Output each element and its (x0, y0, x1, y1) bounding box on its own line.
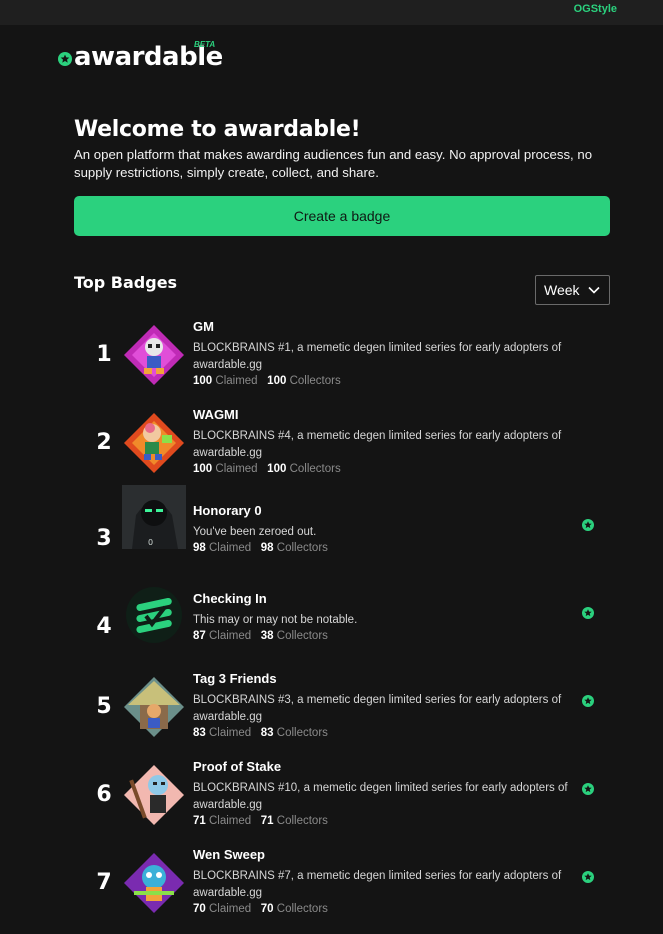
chevron-down-icon (588, 286, 600, 294)
badge-description: You've been zeroed out. (193, 526, 317, 538)
badge-stats: 100 Claimed 100 Collectors (193, 375, 341, 387)
collectors-label: Collectors (289, 463, 341, 475)
claimed-count: 100 (193, 463, 213, 475)
badge-row[interactable]: 7 Wen Sweep BLOCKBRAINS #7, a memetic dege… (74, 846, 614, 926)
verified-award-icon (582, 518, 594, 531)
welcome-title: Welcome to awardable! (74, 117, 361, 142)
period-select-value: Week (544, 282, 580, 298)
beta-badge: BETA (194, 40, 216, 49)
badge-rank: 4 (96, 614, 112, 639)
badge-description: BLOCKBRAINS #1, a memetic degen limited … (193, 342, 562, 371)
badge-name[interactable]: Tag 3 Friends (193, 671, 277, 686)
badge-stats: 98 Claimed 98 Collectors (193, 542, 328, 554)
top-badges-title: Top Badges (74, 273, 178, 292)
badge-rank: 6 (96, 782, 112, 807)
claimed-label: Claimed (215, 463, 258, 475)
badge-image[interactable] (122, 675, 186, 739)
badge-stats: 87 Claimed 38 Collectors (193, 630, 328, 642)
badge-description: BLOCKBRAINS #7, a memetic degen limited … (193, 870, 562, 899)
badge-rank: 1 (96, 342, 112, 367)
badge-row[interactable]: 1 GM BLOCKBRAINS #1, a memetic degen limit… (74, 318, 614, 398)
badge-description: BLOCKBRAINS #3, a memetic degen limited … (193, 694, 562, 723)
collectors-count: 71 (260, 815, 274, 827)
badge-image[interactable] (122, 851, 186, 915)
badge-row[interactable]: 4 Checking In This may or may not be notab… (74, 583, 614, 670)
collectors-label: Collectors (276, 727, 328, 739)
badge-stats: 100 Claimed 100 Collectors (193, 463, 341, 475)
verified-award-icon (582, 782, 594, 795)
awardable-logo[interactable]: awardable BETA (58, 40, 223, 74)
claimed-label: Claimed (209, 542, 252, 554)
claimed-count: 98 (193, 542, 206, 554)
badge-name[interactable]: Honorary 0 (193, 503, 262, 518)
badge-name[interactable]: Checking In (193, 591, 267, 606)
badge-stats: 83 Claimed 83 Collectors (193, 727, 328, 739)
badge-rank: 3 (96, 526, 112, 551)
badge-description: BLOCKBRAINS #4, a memetic degen limited … (193, 430, 562, 459)
claimed-count: 71 (193, 815, 206, 827)
claimed-label: Claimed (209, 630, 252, 642)
collectors-label: Collectors (276, 903, 328, 915)
badge-description: BLOCKBRAINS #10, a memetic degen limited… (193, 782, 568, 811)
username-link[interactable]: OGStyle (574, 3, 617, 15)
badge-image[interactable]: 0 (122, 485, 186, 549)
welcome-description: An open platform that makes awarding aud… (74, 147, 593, 180)
badge-rank: 5 (96, 694, 112, 719)
badge-name[interactable]: Wen Sweep (193, 847, 265, 862)
badge-rank: 7 (96, 870, 112, 895)
badge-stats: 70 Claimed 70 Collectors (193, 903, 328, 915)
claimed-label: Claimed (209, 903, 252, 915)
badge-row[interactable]: 2 WAGMI BLOCKBRAINS #4, a memetic degen li… (74, 406, 614, 486)
collectors-label: Collectors (276, 815, 328, 827)
badge-image[interactable] (122, 763, 186, 827)
claimed-count: 87 (193, 630, 206, 642)
badge-name[interactable]: GM (193, 319, 214, 334)
badge-image[interactable] (122, 411, 186, 475)
badge-image[interactable] (122, 583, 186, 647)
collectors-count: 83 (260, 727, 274, 739)
badge-name[interactable]: Proof of Stake (193, 759, 281, 774)
collectors-count: 98 (260, 542, 274, 554)
award-icon (58, 52, 72, 66)
collectors-label: Collectors (276, 542, 328, 554)
badge-row[interactable]: 6 Proof of Stake BLOCKBRAINS #10, a memeti… (74, 758, 614, 838)
claimed-count: 100 (193, 375, 213, 387)
badge-image[interactable] (122, 323, 186, 387)
badge-row[interactable]: 5 Tag 3 Friends BLOCKBRAINS #3, a memetic … (74, 670, 614, 750)
badge-rank: 2 (96, 430, 112, 455)
claimed-label: Claimed (209, 727, 252, 739)
claimed-count: 83 (193, 727, 206, 739)
verified-award-icon (582, 694, 594, 707)
period-select[interactable]: Week (535, 275, 610, 305)
create-badge-button[interactable]: Create a badge (74, 196, 610, 236)
collectors-label: Collectors (276, 630, 328, 642)
collectors-count: 100 (267, 463, 287, 475)
verified-award-icon (582, 606, 594, 619)
collectors-count: 38 (260, 630, 274, 642)
badge-row[interactable]: 3 0 Honorary 0 You've been zeroed out. 98 Cl… (74, 485, 614, 582)
collectors-count: 70 (260, 903, 274, 915)
verified-award-icon (582, 870, 594, 883)
svg-text:0: 0 (148, 538, 153, 547)
top-bar: OGStyle (0, 0, 663, 25)
badge-name[interactable]: WAGMI (193, 407, 239, 422)
collectors-label: Collectors (289, 375, 341, 387)
claimed-label: Claimed (215, 375, 258, 387)
collectors-count: 100 (267, 375, 287, 387)
badge-stats: 71 Claimed 71 Collectors (193, 815, 328, 827)
badge-description: This may or may not be notable. (193, 614, 358, 626)
claimed-label: Claimed (209, 815, 252, 827)
claimed-count: 70 (193, 903, 206, 915)
